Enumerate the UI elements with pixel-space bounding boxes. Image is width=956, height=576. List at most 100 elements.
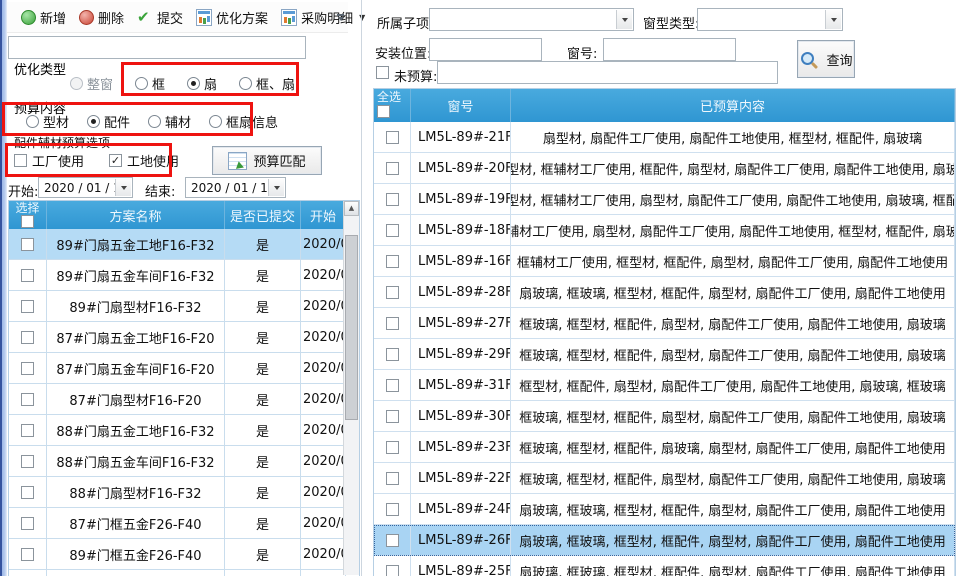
date-end-picker[interactable]: 2020 / 01 / 13 [185,177,286,198]
chevron-down-icon[interactable]: ▼ [359,13,365,22]
no-budget-input[interactable] [437,61,778,84]
plan-row-checkbox[interactable] [21,331,34,344]
window-table-row[interactable]: LM5L-89#-16F15框辅材工厂使用, 框型材, 框配件, 扇型材, 扇配… [374,246,955,277]
window-table-row[interactable]: LM5L-89#-25F23扇玻璃, 框玻璃, 框型材, 框配件, 扇型材, 扇… [374,556,955,576]
radio-circle-icon [187,77,200,90]
window-row-checkbox[interactable] [386,565,399,576]
window-row-checkbox[interactable] [386,317,399,330]
window-row-checkbox[interactable] [386,348,399,361]
window-table-row[interactable]: LM5L-89#-24F22扇玻璃, 框玻璃, 框型材, 框配件, 扇型材, 扇… [374,494,955,525]
plan-table-row[interactable]: 87#门框五金F26-F40是2020/0 [9,508,359,539]
window-table-row[interactable]: LM5L-89#-30F28框玻璃, 框型材, 框配件, 扇型材, 扇配件工厂使… [374,401,955,432]
plan-table-row[interactable]: 87#门扇五金工地F16-F20是2020/0 [9,322,359,353]
date-end-caret-icon[interactable] [268,179,284,196]
date-start-picker[interactable]: 2020 / 01 / 1 [38,177,133,198]
window-no-input[interactable] [603,38,736,61]
plan-table-row[interactable]: 89#门扇五金工地F16-F32是2020/0 [9,229,359,260]
radio-budget-accessory[interactable]: 配件 [87,112,130,131]
scroll-up-icon[interactable]: ▲ [344,201,359,216]
toolbar-button-delete[interactable]: 删除 [79,8,124,27]
no-budget-checkbox[interactable] [376,66,389,79]
toolbar-overflow-button[interactable] [334,10,347,27]
checkbox-site-use[interactable]: ✓ [109,154,122,167]
checkbox-item-site-use[interactable]: ✓工地使用 [109,151,179,170]
window-table-row[interactable]: LM5L-89#-27F25框玻璃, 框型材, 框配件, 扇型材, 扇配件工厂使… [374,308,955,339]
plan-row-checkbox[interactable] [21,393,34,406]
plan-row-checkbox[interactable] [21,548,34,561]
plan-table-row[interactable]: 89#门框五金F26-F40是2020/0 [9,539,359,570]
window-row-checkbox[interactable] [386,410,399,423]
plan-row-checkbox[interactable] [21,486,34,499]
radio-circle-icon [148,115,161,128]
window-content-cell: 扇玻璃, 框玻璃, 框型材, 框配件, 扇型材, 扇配件工厂使用, 扇配件工地使… [511,525,955,555]
toolbar-button-add[interactable]: 新增 [21,8,66,27]
checkbox-factory-use[interactable] [14,154,27,167]
plan-table-row[interactable]: 88#门扇型材F16-F32是2020/0 [9,477,359,508]
window-row-select-cell [374,525,411,555]
sub-item-caret-icon[interactable] [616,10,632,29]
query-button[interactable]: 查询 [797,40,855,78]
plan-row-checkbox[interactable] [21,238,34,251]
scrollbar-thumb[interactable] [345,235,358,420]
window-row-checkbox[interactable] [386,286,399,299]
budget-match-button[interactable]: 预算匹配 [212,146,322,175]
radio-budget-auxiliary[interactable]: 辅材 [148,112,191,131]
plan-table-body: 89#门扇五金工地F16-F32是2020/089#门扇五金车间F16-F32是… [9,229,359,576]
window-table-row[interactable]: LM5L-89#-19F17框型材, 框辅材工厂使用, 扇型材, 扇配件工厂使用… [374,184,955,215]
window-row-checkbox[interactable] [386,441,399,454]
window-row-checkbox[interactable] [386,472,399,485]
window-no-cell: LM5L-89#-19F17 [411,184,511,214]
window-table-row[interactable]: LM5L-89#-29F27框玻璃, 框型材, 框配件, 扇型材, 扇配件工厂使… [374,339,955,370]
window-row-checkbox[interactable] [386,162,399,175]
plan-table-row[interactable]: 87#门扇型材F16-F20是2020/0 [9,384,359,415]
window-select-all-checkbox[interactable] [377,105,390,118]
window-row-checkbox[interactable] [386,193,399,206]
window-table-row[interactable]: LM5L-89#-28F26扇玻璃, 框玻璃, 框型材, 框配件, 扇型材, 扇… [374,277,955,308]
radio-optimize-sash[interactable]: 扇 [187,74,217,93]
plan-row-checkbox[interactable] [21,269,34,282]
plan-table-row[interactable]: 88#门扇五金车间F16-F32是2020/0 [9,446,359,477]
toolbar-button-submit[interactable]: 提交 [137,8,183,27]
plan-table-row[interactable]: 89#门扇型材F16-F32是2020/0 [9,291,359,322]
window-row-checkbox[interactable] [386,379,399,392]
window-row-checkbox[interactable] [386,224,399,237]
plan-start-cell: 2020/0 [301,446,346,476]
toolbar-button-purchase-detail[interactable]: 采购明细▼ [281,8,365,27]
plan-start-cell: 2020/0 [301,384,346,414]
window-table-row[interactable]: LM5L-89#-18F16框辅材工厂使用, 扇型材, 扇配件工厂使用, 扇配件… [374,215,955,246]
plan-row-checkbox[interactable] [21,362,34,375]
radio-optimize-frame[interactable]: 框 [135,74,165,93]
window-row-checkbox[interactable] [386,131,399,144]
plan-table-scrollbar[interactable]: ▲ [343,201,359,575]
window-table-row[interactable]: LM5L-89#-21F19扇型材, 扇配件工厂使用, 扇配件工地使用, 框型材… [374,122,955,153]
plan-filter-input[interactable] [8,36,306,59]
window-row-checkbox[interactable] [386,255,399,268]
plan-row-checkbox[interactable] [21,517,34,530]
plan-select-all-checkbox[interactable] [21,215,34,228]
checkbox-item-factory-use[interactable]: 工厂使用 [14,151,84,170]
plan-table-row[interactable]: 88#门框五金F21-F40是2020/0 [9,570,359,576]
plan-row-checkbox[interactable] [21,455,34,468]
window-table-row[interactable]: LM5L-89#-26F24扇玻璃, 框玻璃, 框型材, 框配件, 扇型材, 扇… [374,525,955,556]
window-table-row[interactable]: LM5L-89#-20F18框型材, 框辅材工厂使用, 框配件, 扇型材, 扇配… [374,153,955,184]
window-table-row[interactable]: LM5L-89#-22F20框玻璃, 框型材, 框配件, 扇型材, 扇配件工厂使… [374,463,955,494]
window-row-checkbox[interactable] [386,503,399,516]
plan-table-row[interactable]: 89#门扇五金车间F16-F32是2020/0 [9,260,359,291]
toolbar-button-optimize-plan[interactable]: 优化方案 [196,8,268,27]
window-type-select[interactable] [697,8,843,31]
radio-budget-frame-sash-info[interactable]: 框扇信息 [209,112,278,131]
plan-row-checkbox[interactable] [21,300,34,313]
radio-optimize-frame-and-sash[interactable]: 框、扇 [239,74,295,93]
date-start-caret-icon[interactable] [115,179,131,196]
install-position-input[interactable] [429,38,542,61]
plan-table-row[interactable]: 87#门扇五金车间F16-F20是2020/0 [9,353,359,384]
window-type-caret-icon[interactable] [825,10,841,29]
plan-table-row[interactable]: 88#门扇五金工地F16-F32是2020/0 [9,415,359,446]
radio-budget-profile[interactable]: 型材 [26,112,69,131]
plan-row-checkbox[interactable] [21,424,34,437]
sub-item-select[interactable] [429,8,634,31]
window-table-row[interactable]: LM5L-89#-23F21框玻璃, 框型材, 框配件, 扇玻璃, 扇型材, 扇… [374,432,955,463]
window-table-row[interactable]: LM5L-89#-31F29框型材, 框配件, 扇型材, 扇配件工厂使用, 扇配… [374,370,955,401]
window-row-checkbox[interactable] [386,534,399,547]
sub-item-label: 所属子项: [377,13,433,32]
